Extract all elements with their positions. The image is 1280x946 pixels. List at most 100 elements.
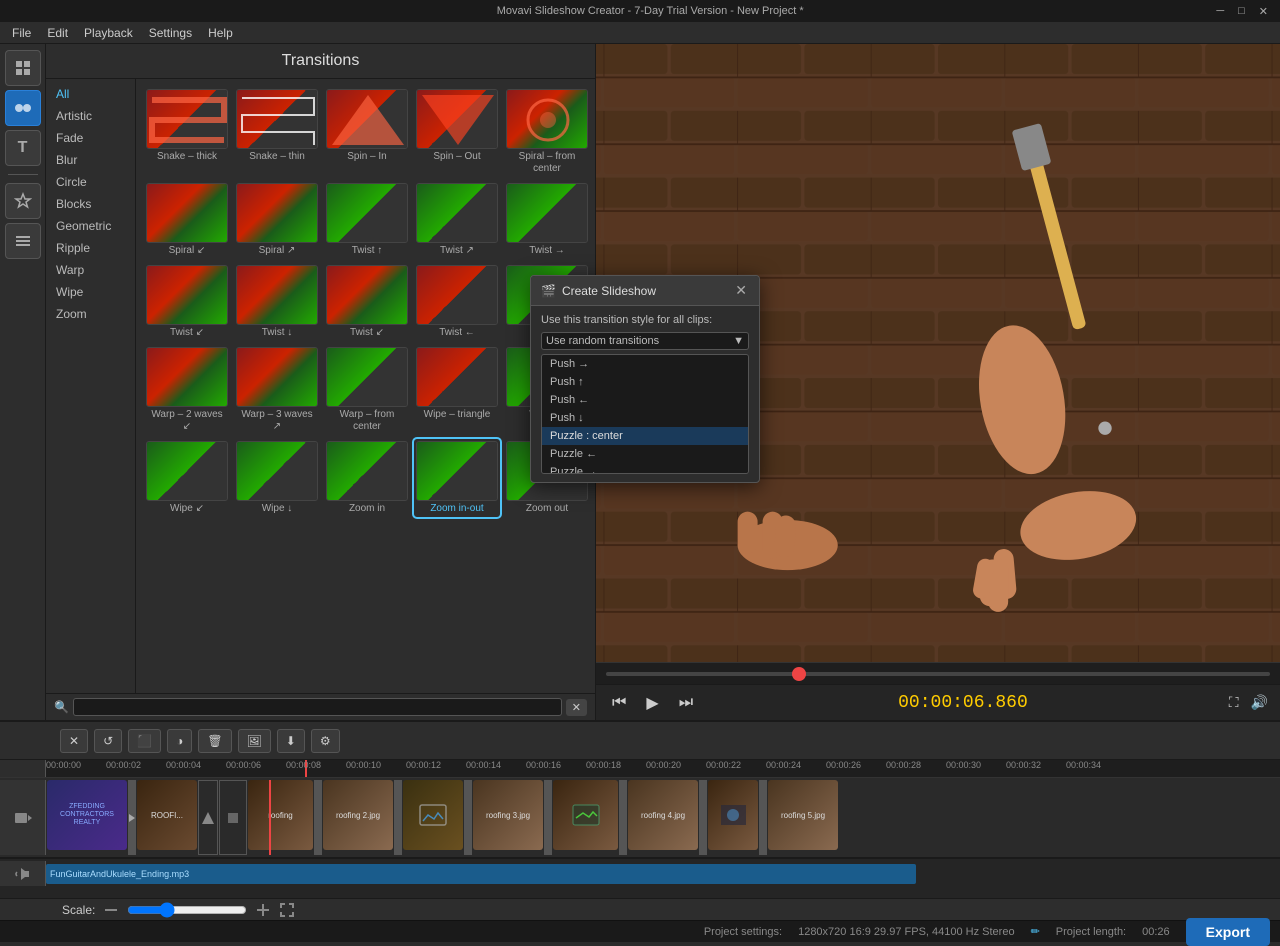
transition-label: Zoom out	[526, 503, 568, 515]
transition-twist-up[interactable]: Twist ↑	[324, 181, 410, 259]
cat-blocks[interactable]: Blocks	[46, 193, 135, 215]
clip-11[interactable]	[708, 780, 758, 850]
transition-wipe-triangle[interactable]: Wipe – triangle	[414, 345, 500, 435]
time-mark-5: 00:00:10	[346, 760, 381, 770]
clip-5[interactable]: roofing	[248, 780, 313, 850]
tool-menu[interactable]	[5, 223, 41, 259]
transition-5	[314, 780, 322, 855]
cat-all[interactable]: All	[46, 83, 135, 105]
option-puzzle-right[interactable]: Puzzle →	[542, 463, 748, 474]
transition-twist-left[interactable]: Twist ←	[414, 263, 500, 341]
transition-spiral-dl[interactable]: Spiral ↙	[144, 181, 230, 259]
delete-button[interactable]: 🗑	[198, 729, 231, 753]
tool-effects[interactable]	[5, 183, 41, 219]
cat-wipe[interactable]: Wipe	[46, 281, 135, 303]
window-controls[interactable]: ─ □ ✕	[1212, 5, 1272, 18]
cat-zoom[interactable]: Zoom	[46, 303, 135, 325]
transition-twist-ur[interactable]: Twist ↗	[414, 181, 500, 259]
cat-fade[interactable]: Fade	[46, 127, 135, 149]
option-puzzle-center[interactable]: Puzzle : center	[542, 427, 748, 445]
option-push-up[interactable]: Push ↑	[542, 373, 748, 391]
clip-8[interactable]: roofing 3.jpg	[473, 780, 543, 850]
transition-spiral-ur[interactable]: Spiral ↗	[234, 181, 320, 259]
transition-twist-dl2[interactable]: Twist ↙	[324, 263, 410, 341]
undo-button[interactable]: ↺	[94, 729, 122, 753]
settings-button[interactable]: ⚙	[311, 729, 340, 753]
cat-blur[interactable]: Blur	[46, 149, 135, 171]
cat-artistic[interactable]: Artistic	[46, 105, 135, 127]
option-push-right[interactable]: Push →	[542, 355, 748, 373]
crop-button[interactable]: ⬛	[128, 729, 161, 753]
transition-style-dropdown[interactable]: Use random transitions ▼	[541, 332, 749, 350]
menu-help[interactable]: Help	[200, 24, 241, 42]
transition-label: Warp – from center	[326, 409, 408, 433]
scale-slider[interactable]	[127, 902, 247, 918]
clip-6[interactable]: roofing 2.jpg	[323, 780, 393, 850]
tool-transitions[interactable]	[5, 90, 41, 126]
time-mark-8: 00:00:16	[526, 760, 561, 770]
transition-twist-down[interactable]: Twist ↓	[234, 263, 320, 341]
option-puzzle-left[interactable]: Puzzle ←	[542, 445, 748, 463]
clip-7[interactable]	[403, 780, 463, 850]
clip-1[interactable]: ZFEDDING CONTRACTORSREALTY	[47, 780, 127, 850]
clip-9[interactable]	[553, 780, 618, 850]
transition-snake-thin[interactable]: Snake – thin	[234, 87, 320, 177]
clip-12[interactable]: roofing 5.jpg	[768, 780, 838, 850]
prev-frame-button[interactable]: ⏮	[606, 692, 632, 714]
close-button[interactable]: ✕	[1255, 5, 1272, 18]
transition-twist-right[interactable]: Twist →	[504, 181, 590, 259]
menu-file[interactable]: File	[4, 24, 39, 42]
option-push-down[interactable]: Push ↓	[542, 409, 748, 427]
menu-settings[interactable]: Settings	[141, 24, 200, 42]
transition-zoom-in[interactable]: Zoom in	[324, 439, 410, 517]
transition-wipe-dl[interactable]: Wipe ↙	[144, 439, 230, 517]
cat-warp[interactable]: Warp	[46, 259, 135, 281]
play-button[interactable]: ▶	[640, 691, 664, 715]
transition-wipe-down[interactable]: Wipe ↓	[234, 439, 320, 517]
clip-10[interactable]: roofing 4.jpg	[628, 780, 698, 850]
tool-titles[interactable]: T	[5, 130, 41, 166]
time-mark-12: 00:00:24	[766, 760, 801, 770]
scrubber-track[interactable]	[606, 672, 1270, 676]
dropdown-arrow-icon: ▼	[733, 335, 744, 347]
cat-geometric[interactable]: Geometric	[46, 215, 135, 237]
dialog-prompt: Use this transition style for all clips:	[541, 314, 749, 326]
transition-warp-2waves[interactable]: Warp – 2 waves ↙	[144, 345, 230, 435]
audio-clip-1[interactable]: FunGuitarAndUkulele_Ending.mp3	[46, 864, 916, 884]
add-media-button[interactable]: 🖼	[238, 729, 271, 753]
transition-snake-thick[interactable]: Snake – thick	[144, 87, 230, 177]
edit-settings-icon[interactable]: ✏	[1031, 925, 1040, 938]
menu-playback[interactable]: Playback	[76, 24, 141, 42]
minimize-button[interactable]: ─	[1212, 5, 1228, 18]
search-clear-button[interactable]: ✕	[566, 699, 587, 716]
cat-circle[interactable]: Circle	[46, 171, 135, 193]
transition-spiral-from-center[interactable]: Spiral – from center	[504, 87, 590, 177]
transition-twist-dl[interactable]: Twist ↙	[144, 263, 230, 341]
option-push-left[interactable]: Push ←	[542, 391, 748, 409]
export-button[interactable]: Export	[1186, 918, 1270, 946]
next-frame-button[interactable]: ⏭	[673, 692, 699, 714]
transitions-content: All Artistic Fade Blur Circle Blocks Geo…	[46, 79, 595, 693]
download-button[interactable]: ⬇	[277, 729, 305, 753]
dialog-close-button[interactable]: ✕	[733, 282, 749, 299]
volume-button[interactable]: 🔊	[1249, 692, 1270, 713]
fit-to-window-icon[interactable]	[279, 902, 295, 918]
maximize-button[interactable]: □	[1234, 5, 1249, 18]
transition-warp-from-center[interactable]: Warp – from center	[324, 345, 410, 435]
clip-2[interactable]: ROOFI...	[137, 780, 197, 850]
scale-label: Scale:	[62, 903, 95, 917]
transition-spin-in[interactable]: Spin – In	[324, 87, 410, 177]
transition-label: Twist ↙	[350, 327, 384, 339]
color-button[interactable]: ◑	[167, 729, 192, 753]
scrubber-thumb[interactable]	[792, 667, 806, 681]
fullscreen-button[interactable]: ⛶	[1227, 692, 1241, 713]
search-input[interactable]	[73, 698, 562, 716]
menu-edit[interactable]: Edit	[39, 24, 76, 42]
tool-import[interactable]	[5, 50, 41, 86]
clip-4[interactable]	[219, 780, 247, 855]
cat-ripple[interactable]: Ripple	[46, 237, 135, 259]
transition-zoom-in-out[interactable]: Zoom in-out	[414, 439, 500, 517]
transition-spin-out[interactable]: Spin – Out	[414, 87, 500, 177]
cut-tool-button[interactable]: ✕	[60, 729, 88, 753]
transition-warp-3waves[interactable]: Warp – 3 waves ↗	[234, 345, 320, 435]
